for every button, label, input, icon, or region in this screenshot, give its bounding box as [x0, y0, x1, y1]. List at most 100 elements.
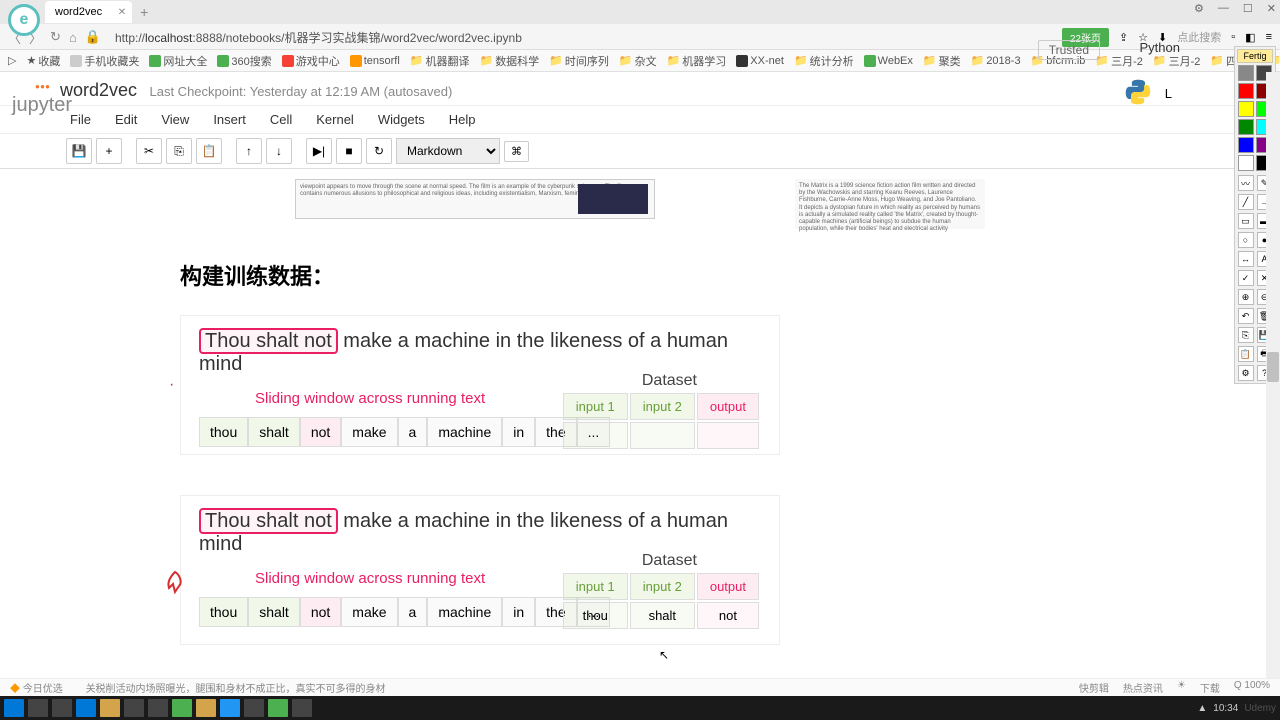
- bookmark-item[interactable]: XX-net: [736, 55, 784, 67]
- minimize-icon[interactable]: —: [1218, 2, 1229, 15]
- extension-icon[interactable]: ▫: [1231, 31, 1235, 43]
- pen-tool-icon[interactable]: 〰: [1238, 175, 1254, 191]
- bookmark-item[interactable]: 📁2018-3: [971, 54, 1021, 67]
- app-icon[interactable]: [292, 699, 312, 717]
- status-icon[interactable]: ◆: [10, 684, 20, 695]
- command-palette-button[interactable]: ⌘: [504, 141, 529, 162]
- save-button[interactable]: 💾: [66, 138, 92, 164]
- restart-button[interactable]: ↻: [366, 138, 392, 164]
- settings-tool-icon[interactable]: ⚙: [1238, 365, 1254, 381]
- rect-tool-icon[interactable]: ▭: [1238, 213, 1254, 229]
- new-tab-icon[interactable]: +: [140, 4, 148, 20]
- app-icon[interactable]: [244, 699, 264, 717]
- app-icon[interactable]: [172, 699, 192, 717]
- menu-cell[interactable]: Cell: [270, 112, 292, 127]
- sidebar-icon[interactable]: ◧: [1245, 31, 1255, 44]
- home-icon[interactable]: ⌂: [69, 30, 77, 45]
- kernel-indicator[interactable]: Python: [1140, 40, 1180, 55]
- taskview-icon[interactable]: [52, 699, 72, 717]
- bookmark-menu-icon[interactable]: ▷: [8, 54, 16, 67]
- undo-tool-icon[interactable]: ↶: [1238, 308, 1254, 324]
- bookmark-item[interactable]: 游戏中心: [282, 53, 340, 69]
- scrollbar-thumb[interactable]: [1267, 352, 1279, 382]
- zoom-in-tool-icon[interactable]: ⊕: [1238, 289, 1254, 305]
- app-icon[interactable]: [148, 699, 168, 717]
- cell-type-select[interactable]: Markdown: [396, 138, 500, 164]
- tab-close-icon[interactable]: ✕: [118, 7, 126, 18]
- bookmark-item[interactable]: 360搜索: [217, 53, 271, 69]
- start-button[interactable]: [4, 699, 24, 717]
- bookmark-item[interactable]: 📁杂文: [619, 53, 657, 69]
- settings-icon[interactable]: ⚙: [1194, 2, 1204, 15]
- explorer-icon[interactable]: [100, 699, 120, 717]
- logout-button[interactable]: L: [1165, 86, 1172, 101]
- bookmark-item[interactable]: ★ 收藏: [26, 53, 60, 69]
- color-swatch[interactable]: [1238, 83, 1254, 99]
- stop-button[interactable]: ■: [336, 138, 362, 164]
- menu-view[interactable]: View: [161, 112, 189, 127]
- edge-icon[interactable]: [76, 699, 96, 717]
- bookmark-item[interactable]: 📁时间序列: [549, 53, 609, 69]
- color-swatch[interactable]: [1238, 65, 1254, 81]
- search-hint[interactable]: 点此搜索: [1177, 29, 1221, 45]
- menu-icon[interactable]: ≡: [1266, 31, 1272, 43]
- bookmark-item[interactable]: 📁统计分析: [794, 53, 854, 69]
- status-item[interactable]: 热点资讯: [1123, 680, 1163, 695]
- tray-icon[interactable]: ▲: [1197, 703, 1207, 714]
- browser-logo-icon[interactable]: e: [8, 4, 40, 36]
- jupyter-logo-icon[interactable]: ● ● ● jupyter: [12, 82, 72, 117]
- paste-button[interactable]: 📋: [196, 138, 222, 164]
- bookmark-item[interactable]: WebEx: [864, 55, 913, 67]
- check-tool-icon[interactable]: ✓: [1238, 270, 1254, 286]
- vertical-scrollbar[interactable]: [1266, 72, 1280, 678]
- app-icon[interactable]: [268, 699, 288, 717]
- move-up-button[interactable]: ↑: [236, 138, 262, 164]
- menu-file[interactable]: File: [70, 112, 91, 127]
- bookmark-item[interactable]: 📁聚类: [923, 53, 961, 69]
- bookmark-item[interactable]: tensorfl: [350, 55, 400, 67]
- status-item[interactable]: 快剪辑: [1079, 680, 1109, 695]
- bookmark-item[interactable]: 📁机器翻译: [410, 53, 470, 69]
- color-swatch[interactable]: [1238, 119, 1254, 135]
- status-zoom[interactable]: Q 100%: [1234, 680, 1270, 695]
- cut-button[interactable]: ✂: [136, 138, 162, 164]
- color-swatch[interactable]: [1238, 137, 1254, 153]
- menu-insert[interactable]: Insert: [213, 112, 246, 127]
- color-swatch[interactable]: [1238, 155, 1254, 171]
- maximize-icon[interactable]: ☐: [1243, 2, 1253, 15]
- status-item[interactable]: 下载: [1200, 680, 1220, 695]
- menu-edit[interactable]: Edit: [115, 112, 137, 127]
- add-cell-button[interactable]: +: [96, 138, 122, 164]
- color-swatch[interactable]: [1238, 101, 1254, 117]
- app-icon[interactable]: [124, 699, 144, 717]
- bookmark-item[interactable]: 📁数据科学: [479, 53, 539, 69]
- app-icon[interactable]: [220, 699, 240, 717]
- copy-button[interactable]: ⎘: [166, 138, 192, 164]
- share-icon[interactable]: ⇪: [1119, 31, 1128, 44]
- cortana-icon[interactable]: [28, 699, 48, 717]
- ellipse-tool-icon[interactable]: ○: [1238, 232, 1254, 248]
- bookmark-item[interactable]: 📁三月-2: [1095, 53, 1142, 69]
- status-item[interactable]: ☀: [1177, 680, 1186, 695]
- status-news[interactable]: 关税削活动内场照曝光，腿围和身材不成正比，真实不可多得的身材: [86, 684, 386, 695]
- tab-active[interactable]: word2vec ✕: [45, 1, 132, 23]
- clipboard-tool-icon[interactable]: 📋: [1238, 346, 1254, 362]
- done-button[interactable]: Fertig: [1237, 49, 1273, 63]
- status-left[interactable]: 今日优选: [23, 684, 63, 695]
- bookmark-item[interactable]: 📁机器学习: [667, 53, 727, 69]
- move-down-button[interactable]: ↓: [266, 138, 292, 164]
- menu-widgets[interactable]: Widgets: [378, 112, 425, 127]
- bookmark-item[interactable]: 网址大全: [149, 53, 207, 69]
- menu-help[interactable]: Help: [449, 112, 476, 127]
- copy-tool-icon[interactable]: ⎘: [1238, 327, 1254, 343]
- url-input[interactable]: http://localhost:8888/notebooks/机器学习实战集锦…: [109, 27, 1054, 48]
- clock[interactable]: 10:34: [1213, 703, 1238, 714]
- run-button[interactable]: ▶|: [306, 138, 332, 164]
- trusted-badge[interactable]: Trusted: [1038, 40, 1100, 60]
- reload-icon[interactable]: ↻: [50, 29, 61, 45]
- bookmark-item[interactable]: 手机收藏夹: [70, 53, 139, 69]
- menu-kernel[interactable]: Kernel: [316, 112, 354, 127]
- double-arrow-tool-icon[interactable]: ↔: [1238, 251, 1254, 267]
- app-icon[interactable]: [196, 699, 216, 717]
- close-icon[interactable]: ✕: [1267, 2, 1276, 15]
